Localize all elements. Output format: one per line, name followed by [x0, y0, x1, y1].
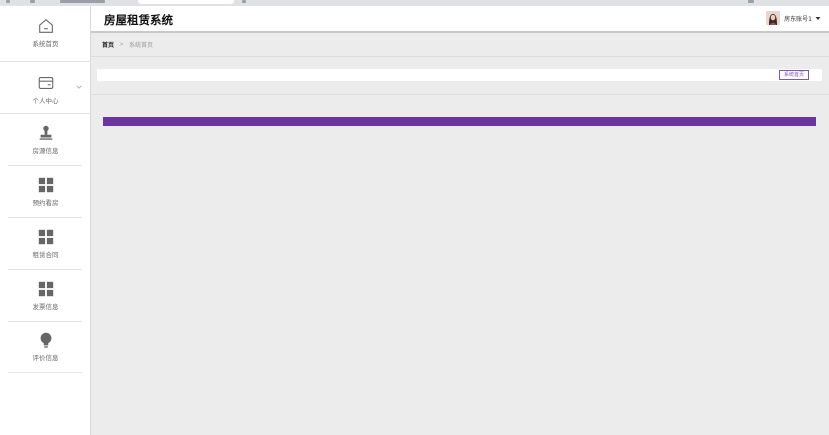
- sidebar-item-listings[interactable]: 房源信息: [0, 124, 91, 155]
- sidebar-item-label: 发票信息: [32, 303, 59, 311]
- reload-icon[interactable]: [30, 0, 35, 3]
- sidebar-item-label: 系统首页: [32, 40, 59, 48]
- avatar[interactable]: [766, 11, 781, 25]
- divider: [0, 113, 91, 114]
- breadcrumb-current: 系统首页: [129, 42, 154, 49]
- divider: [8, 321, 82, 322]
- sidebar-item-label: 预约看房: [32, 199, 59, 207]
- stamp-icon: [39, 125, 52, 140]
- back-icon[interactable]: [6, 0, 10, 3]
- top-header: 房屋租赁系统 房东账号1: [91, 6, 829, 33]
- new-tab-icon[interactable]: [242, 0, 246, 3]
- divider: [91, 94, 829, 95]
- home-icon: [38, 18, 53, 33]
- lightbulb-icon: [40, 332, 51, 348]
- breadcrumb: 首页 > 系统首页: [91, 33, 829, 57]
- sidebar-item-reviews[interactable]: 评价信息: [0, 331, 91, 362]
- app-title: 房屋租赁系统: [104, 13, 173, 27]
- divider: [8, 269, 82, 270]
- divider: [8, 372, 82, 373]
- divider: [0, 61, 91, 62]
- wallet-icon: [38, 77, 53, 89]
- sidebar-item-label: 评价信息: [32, 354, 59, 362]
- sidebar-item-label: 个人中心: [32, 97, 59, 105]
- chevron-down-icon[interactable]: [75, 83, 83, 91]
- sidebar-item-contracts[interactable]: 租赁合同: [0, 228, 91, 259]
- address-bar[interactable]: [60, 0, 105, 3]
- grid-icon: [38, 229, 53, 245]
- breadcrumb-separator: >: [119, 41, 125, 48]
- tab-bar: 系统首页: [97, 69, 822, 81]
- user-name[interactable]: 房东账号1: [784, 14, 812, 23]
- divider: [8, 165, 82, 166]
- browser-menu-icon[interactable]: [748, 0, 754, 3]
- grid-icon: [38, 281, 53, 297]
- breadcrumb-home[interactable]: 首页: [102, 40, 114, 49]
- home-banner: [103, 117, 816, 126]
- caret-down-icon[interactable]: [815, 16, 821, 21]
- sidebar-item-label: 房源信息: [32, 147, 59, 155]
- sidebar-item-invoices[interactable]: 发票信息: [0, 280, 91, 311]
- tab-home[interactable]: 系统首页: [779, 70, 810, 80]
- sidebar-item-home[interactable]: 系统首页: [0, 17, 91, 48]
- sidebar: 系统首页 个人中心 房源信息 预约看房 租赁合同 发票信息 评价信息: [0, 6, 91, 435]
- sidebar-item-viewing[interactable]: 预约看房: [0, 176, 91, 207]
- sidebar-item-label: 租赁合同: [32, 251, 59, 259]
- browser-tab[interactable]: [138, 0, 234, 4]
- user-menu[interactable]: 房东账号1: [766, 11, 821, 25]
- grid-icon: [38, 177, 53, 193]
- divider: [8, 217, 82, 218]
